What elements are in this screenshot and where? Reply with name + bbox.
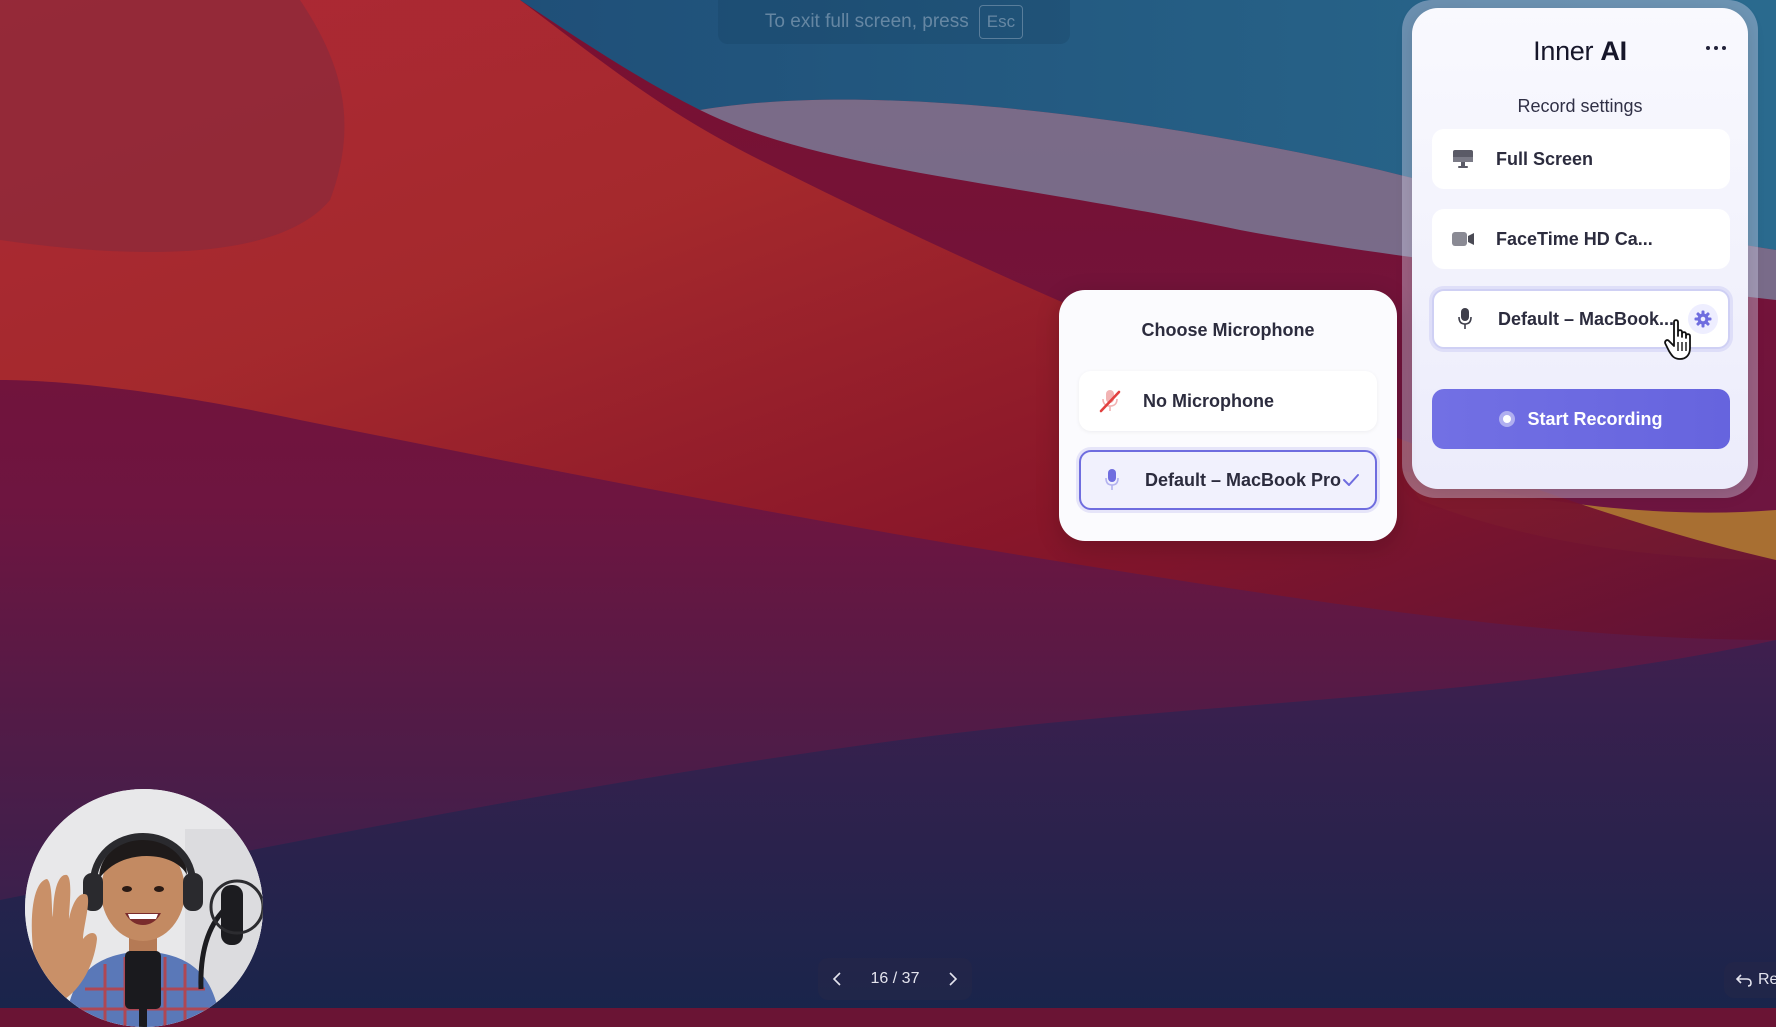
microphone-icon: [1099, 467, 1125, 493]
no-microphone-label: No Microphone: [1143, 390, 1274, 411]
start-recording-label: Start Recording: [1527, 408, 1663, 429]
undo-icon: [1736, 974, 1752, 987]
ellipsis-icon[interactable]: [1706, 44, 1726, 52]
microphone-off-icon: [1097, 388, 1123, 414]
fullscreen-notice-text: To exit full screen, press: [764, 11, 969, 32]
microphone-source-label: Default – MacBook...: [1498, 308, 1675, 329]
brand-bold: AI: [1600, 36, 1627, 66]
camera-icon: [1450, 226, 1476, 252]
restart-button-label: Re: [1758, 971, 1776, 988]
check-icon: [1343, 474, 1359, 486]
screen-source-label: Full Screen: [1496, 148, 1594, 169]
hand-cursor-icon: [1664, 319, 1691, 360]
choose-microphone-title: Choose Microphone: [1141, 320, 1315, 340]
monitor-icon: [1450, 146, 1476, 172]
brand-light: Inner: [1533, 36, 1601, 66]
camera-source-label: FaceTime HD Ca...: [1496, 228, 1653, 249]
microphone-icon: [1452, 306, 1478, 332]
screen-source-option[interactable]: Full Screen: [1432, 129, 1730, 189]
restart-button[interactable]: Re: [1724, 962, 1776, 998]
default-microphone-label: Default – MacBook Pro: [1145, 469, 1342, 490]
record-icon: [1499, 411, 1516, 427]
app-logo: Inner AI: [1412, 36, 1748, 67]
camera-source-option[interactable]: FaceTime HD Ca...: [1432, 209, 1730, 269]
start-recording-button[interactable]: Start Recording: [1432, 389, 1730, 449]
webcam-preview-bubble[interactable]: [25, 789, 263, 1027]
page-navigator: 16 / 37: [818, 958, 972, 1000]
chevron-left-icon[interactable]: [828, 970, 846, 988]
chevron-right-icon[interactable]: [944, 970, 962, 988]
no-microphone-option[interactable]: No Microphone: [1079, 371, 1377, 431]
fullscreen-exit-notice: To exit full screen, press Esc: [718, 0, 1070, 44]
record-settings-title: Record settings: [1517, 96, 1643, 116]
webcam-person-image: [25, 789, 263, 1027]
page-counter: 16 / 37: [870, 970, 920, 987]
esc-key-hint: Esc: [978, 5, 1024, 39]
record-settings-panel: Inner AI Record settings Full Screen Fac…: [1412, 8, 1748, 489]
default-microphone-option[interactable]: Default – MacBook Pro: [1079, 450, 1377, 510]
choose-microphone-popover: Choose Microphone No Microphone Default …: [1059, 290, 1397, 541]
